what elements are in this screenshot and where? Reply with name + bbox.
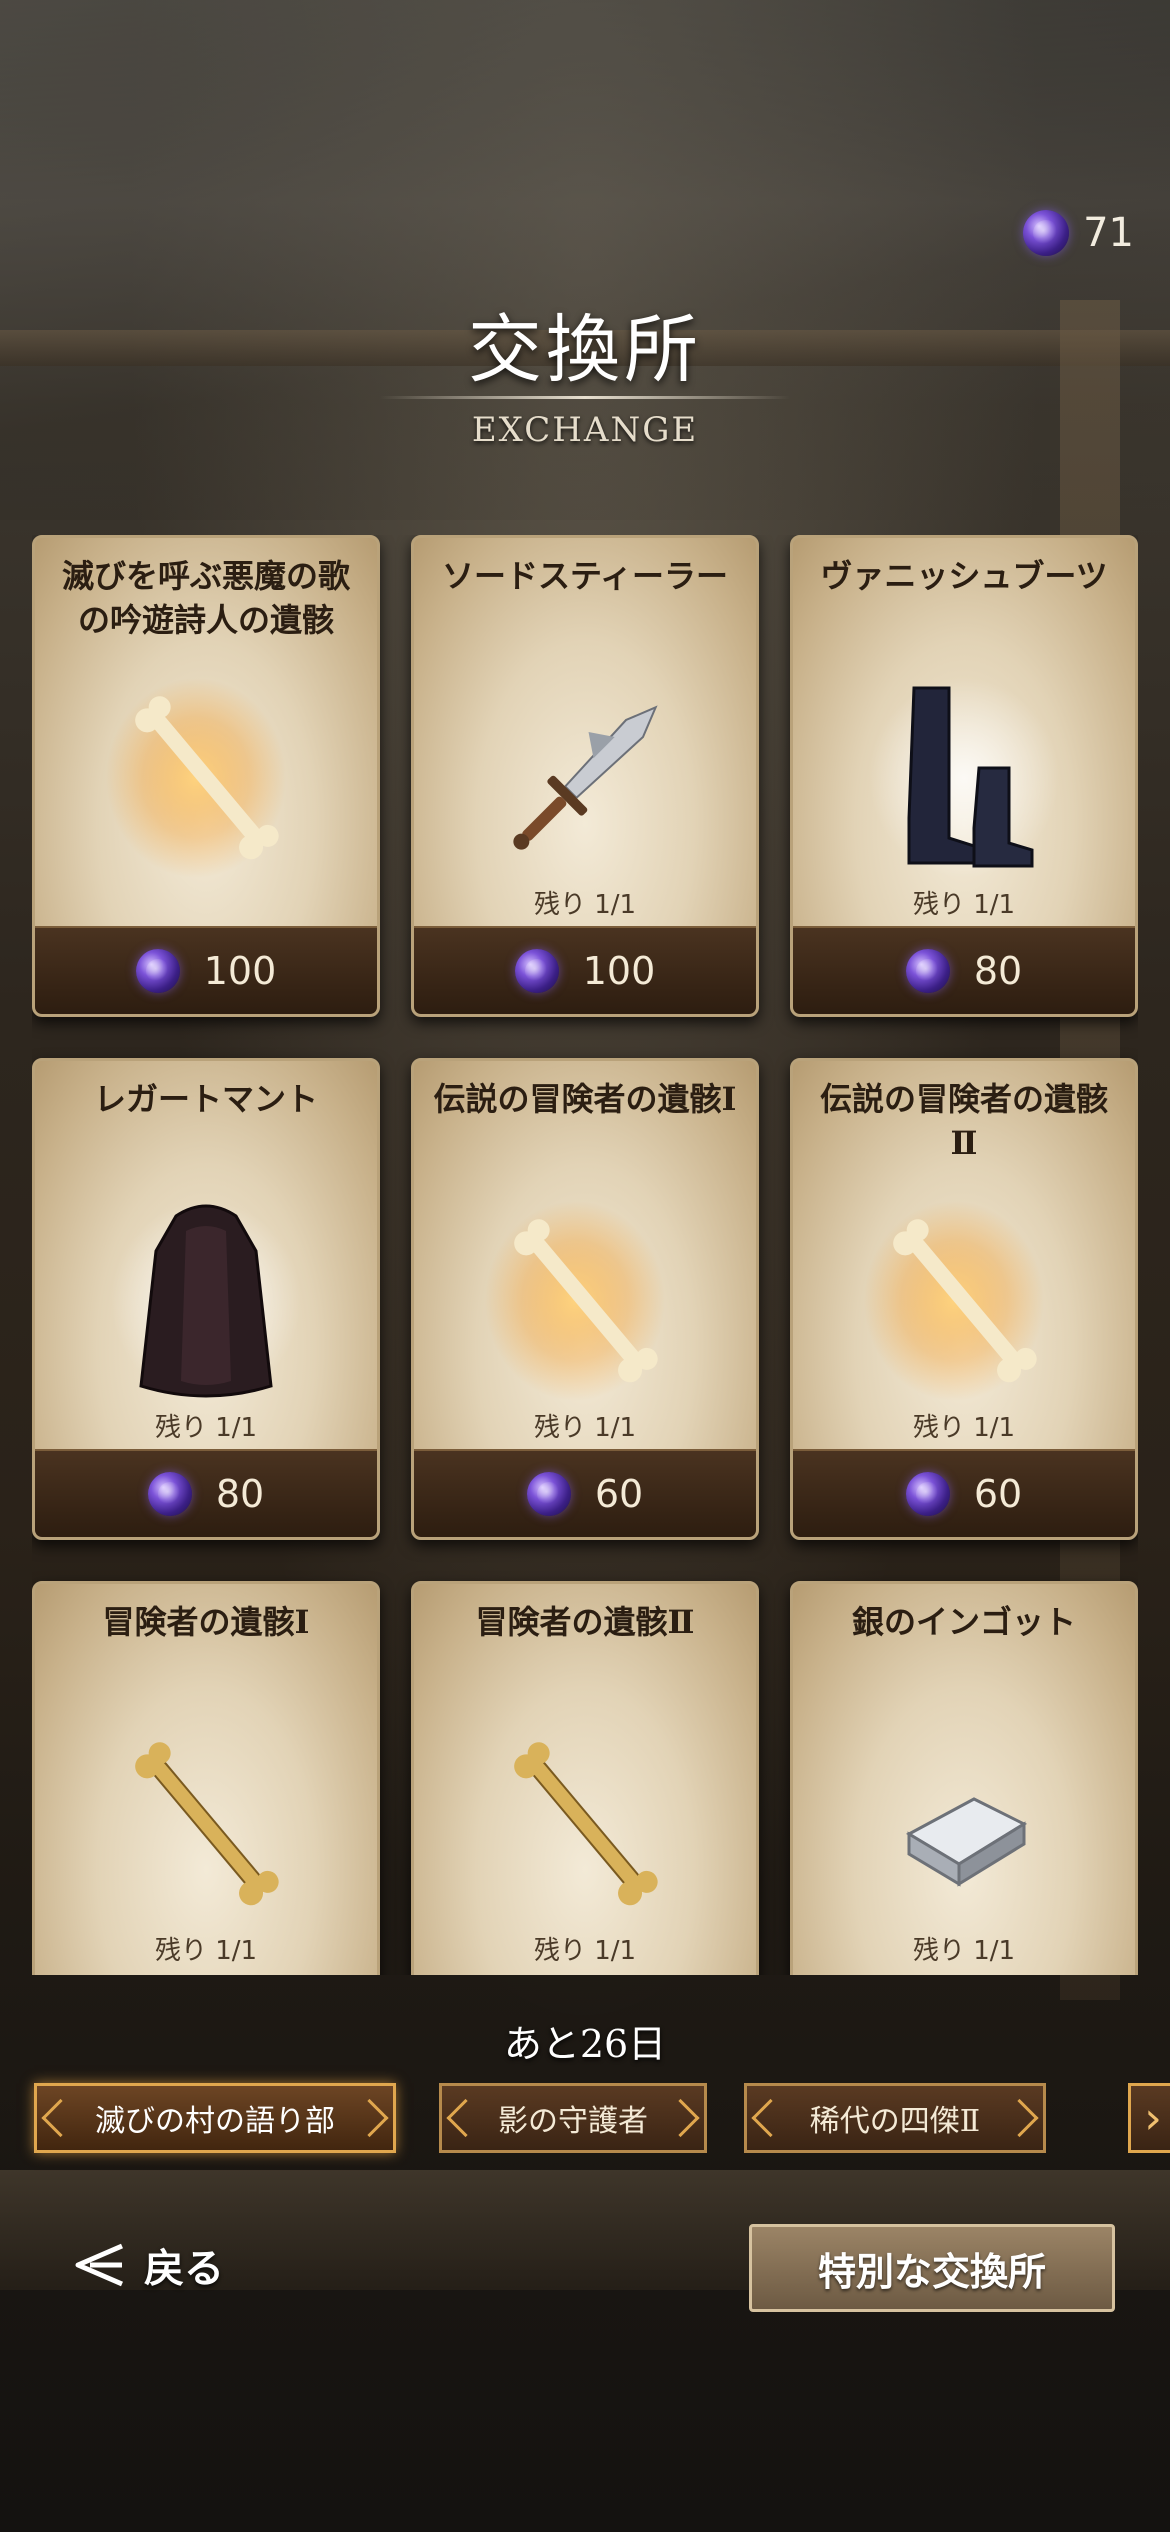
glowing-bone-icon bbox=[35, 658, 377, 898]
item-price: 60 bbox=[973, 1472, 1023, 1516]
special-exchange-label: 特別な交換所 bbox=[817, 2248, 1046, 2294]
item-name: 滅びを呼ぶ悪魔の歌の吟遊詩人の遺骸 bbox=[61, 557, 350, 639]
item-name: 銀のインゴット bbox=[851, 1603, 1076, 1641]
price-bar: 100 bbox=[35, 926, 377, 1014]
purple-gem-icon bbox=[514, 949, 559, 993]
glowing-bone-icon bbox=[414, 1181, 756, 1421]
exchange-item-card[interactable]: 伝説の冒険者の遺骸Ⅱ 残り 1/1 60 bbox=[790, 1058, 1138, 1540]
item-name: 冒険者の遺骸Ⅰ bbox=[102, 1603, 310, 1641]
purple-gem-icon bbox=[147, 1472, 192, 1516]
item-remaining: 残り 1/1 bbox=[533, 890, 637, 920]
exchange-item-card[interactable]: 伝説の冒険者の遺骸Ⅰ 残り 1/1 60 bbox=[411, 1058, 759, 1540]
item-price: 100 bbox=[582, 949, 656, 993]
item-remaining: 残り 1/1 bbox=[533, 1936, 637, 1966]
exchange-item-card[interactable]: ヴァニッシュブーツ 残り 1/1 80 bbox=[790, 535, 1138, 1017]
item-remaining: 残り 1/1 bbox=[154, 1413, 258, 1443]
item-price: 80 bbox=[215, 1472, 265, 1516]
exchange-item-card[interactable]: レガートマント 残り 1/1 80 bbox=[32, 1058, 380, 1540]
currency-display: 71 bbox=[1023, 210, 1134, 256]
purple-gem-icon bbox=[135, 949, 180, 993]
page-title: 交換所 bbox=[468, 307, 702, 393]
price-bar: 80 bbox=[793, 926, 1135, 1014]
item-name: 冒険者の遺骸Ⅱ bbox=[475, 1603, 695, 1641]
bone-icon bbox=[414, 1704, 756, 1944]
exchange-item-card[interactable]: 冒険者の遺骸Ⅱ 残り 1/1 bbox=[411, 1581, 759, 1975]
chevron-right-icon[interactable]: › bbox=[1128, 2083, 1170, 2153]
exchange-tabs: 滅びの村の語り部 影の守護者 稀代の四傑Ⅱ › bbox=[34, 2083, 1170, 2153]
tab-label: 影の守護者 bbox=[498, 2104, 648, 2139]
item-remaining: 残り 1/1 bbox=[912, 1413, 1016, 1443]
glowing-bone-icon bbox=[793, 1181, 1135, 1421]
purple-gem-icon bbox=[1023, 210, 1070, 256]
title-divider bbox=[380, 396, 790, 399]
tab-storyteller[interactable]: 滅びの村の語り部 bbox=[34, 2083, 396, 2153]
item-remaining: 残り 1/1 bbox=[154, 1936, 258, 1966]
page-subtitle: EXCHANGE bbox=[471, 410, 699, 450]
item-name: レガートマント bbox=[93, 1080, 318, 1118]
boots-icon bbox=[793, 658, 1135, 898]
exchange-item-card[interactable]: 冒険者の遺骸Ⅰ 残り 1/1 bbox=[32, 1581, 380, 1975]
item-remaining: 残り 1/1 bbox=[912, 890, 1016, 920]
item-name: ソードスティーラー bbox=[441, 557, 729, 595]
back-arrow-icon bbox=[75, 2243, 123, 2287]
sword-icon bbox=[414, 658, 756, 898]
exchange-item-card[interactable]: ソードスティーラー 残り 1/1 100 bbox=[411, 535, 759, 1017]
item-price: 100 bbox=[203, 949, 277, 993]
item-remaining: 残り 1/1 bbox=[533, 1413, 637, 1443]
cloak-icon bbox=[35, 1181, 377, 1421]
tab-label: 稀代の四傑Ⅱ bbox=[809, 2104, 981, 2139]
price-bar: 60 bbox=[793, 1449, 1135, 1537]
item-name: ヴァニッシュブーツ bbox=[820, 557, 1108, 595]
back-label: 戻る bbox=[144, 2245, 224, 2292]
purple-gem-icon bbox=[526, 1472, 571, 1516]
item-remaining: 残り 1/1 bbox=[912, 1936, 1016, 1966]
item-name: 伝説の冒険者の遺骸Ⅱ bbox=[819, 1080, 1108, 1162]
tab-four-heroes[interactable]: 稀代の四傑Ⅱ bbox=[744, 2083, 1046, 2153]
tab-label: 滅びの村の語り部 bbox=[95, 2104, 335, 2139]
special-exchange-button[interactable]: 特別な交換所 bbox=[749, 2224, 1115, 2312]
purple-gem-icon bbox=[905, 949, 950, 993]
price-bar: 100 bbox=[414, 926, 756, 1014]
bone-icon bbox=[35, 1704, 377, 1944]
item-price: 80 bbox=[973, 949, 1023, 993]
item-price: 60 bbox=[594, 1472, 644, 1516]
exchange-item-grid: 滅びを呼ぶ悪魔の歌の吟遊詩人の遺骸 100 ソードスティーラー 残り 1/1 1… bbox=[32, 535, 1138, 1975]
silver-ingot-icon bbox=[793, 1704, 1135, 1944]
item-name: 伝説の冒険者の遺骸Ⅰ bbox=[433, 1080, 737, 1118]
remaining-days: あと26日 bbox=[503, 2022, 667, 2066]
currency-value: 71 bbox=[1083, 210, 1134, 256]
tab-shadow-guardian[interactable]: 影の守護者 bbox=[439, 2083, 707, 2153]
back-button[interactable]: 戻る bbox=[70, 2236, 224, 2294]
purple-gem-icon bbox=[905, 1472, 950, 1516]
exchange-item-card[interactable]: 銀のインゴット 残り 1/1 bbox=[790, 1581, 1138, 1975]
exchange-item-card[interactable]: 滅びを呼ぶ悪魔の歌の吟遊詩人の遺骸 100 bbox=[32, 535, 380, 1017]
price-bar: 80 bbox=[35, 1449, 377, 1537]
price-bar: 60 bbox=[414, 1449, 756, 1537]
